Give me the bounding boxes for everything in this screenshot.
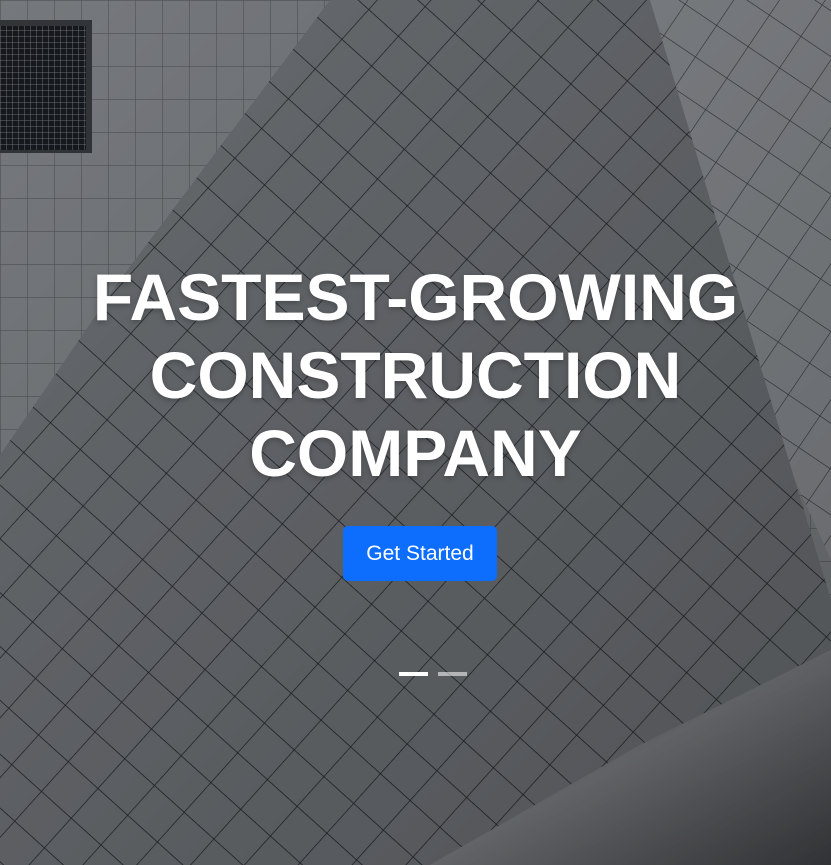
hero-carousel: FASTEST-GROWING CONSTRUCTION COMPANY Get…	[0, 0, 831, 865]
hero-headline: FASTEST-GROWING CONSTRUCTION COMPANY	[0, 258, 831, 492]
carousel-indicator-2[interactable]	[438, 672, 467, 676]
headline-line-1: FASTEST-GROWING	[92, 260, 739, 334]
carousel-indicators	[399, 672, 467, 676]
get-started-button[interactable]: Get Started	[343, 526, 497, 581]
headline-line-3: COMPANY	[249, 416, 582, 490]
headline-line-2: CONSTRUCTION	[149, 338, 682, 412]
carousel-indicator-1[interactable]	[399, 672, 428, 676]
